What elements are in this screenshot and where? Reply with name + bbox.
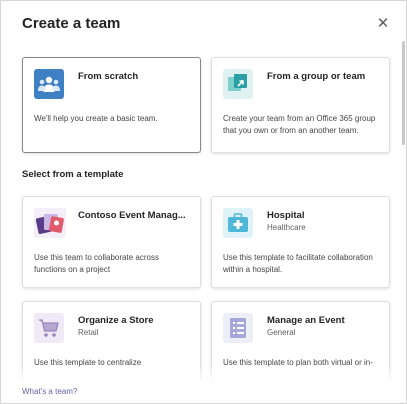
people-icon bbox=[34, 69, 64, 99]
dialog-footer: What's a team? bbox=[1, 385, 406, 403]
scrollbar-thumb[interactable] bbox=[402, 41, 405, 145]
scroll-fade bbox=[1, 365, 401, 387]
from-scratch-card[interactable]: From scratch We'll help you create a bas… bbox=[22, 57, 201, 153]
close-icon[interactable]: ✕ bbox=[373, 13, 393, 33]
template-card-hospital[interactable]: Hospital Healthcare Use this template to… bbox=[211, 196, 390, 288]
card-title: Hospital bbox=[267, 210, 305, 221]
from-group-or-team-card[interactable]: From a group or team Create your team fr… bbox=[211, 57, 390, 153]
dialog-title: Create a team bbox=[22, 15, 121, 32]
event-cards-icon bbox=[34, 208, 66, 238]
card-title: Manage an Event bbox=[267, 315, 345, 326]
card-title: From a group or team bbox=[267, 71, 366, 82]
card-title: Contoso Event Manag... bbox=[78, 210, 186, 221]
group-team-icon bbox=[223, 69, 253, 99]
template-card-contoso-event[interactable]: Contoso Event Manag... Use this team to … bbox=[22, 196, 201, 288]
shopping-cart-icon bbox=[34, 313, 64, 343]
event-list-icon bbox=[223, 313, 253, 343]
card-subtitle: Retail bbox=[78, 328, 99, 337]
card-subtitle: Healthcare bbox=[267, 223, 306, 232]
card-title: From scratch bbox=[78, 71, 139, 82]
template-section-label: Select from a template bbox=[22, 169, 124, 180]
card-description: Create your team from an Office 365 grou… bbox=[223, 114, 376, 135]
card-title: Organize a Store bbox=[78, 315, 154, 326]
whats-a-team-link[interactable]: What's a team? bbox=[22, 387, 77, 396]
create-team-dialog: Create a team ✕ From scratch We'll help … bbox=[0, 0, 407, 404]
card-description: Use this team to collaborate across func… bbox=[34, 253, 159, 274]
medical-kit-icon bbox=[223, 208, 253, 238]
card-description: We'll help you create a basic team. bbox=[34, 114, 158, 123]
card-subtitle: General bbox=[267, 328, 296, 337]
card-description: Use this template to facilitate collabor… bbox=[223, 253, 373, 274]
